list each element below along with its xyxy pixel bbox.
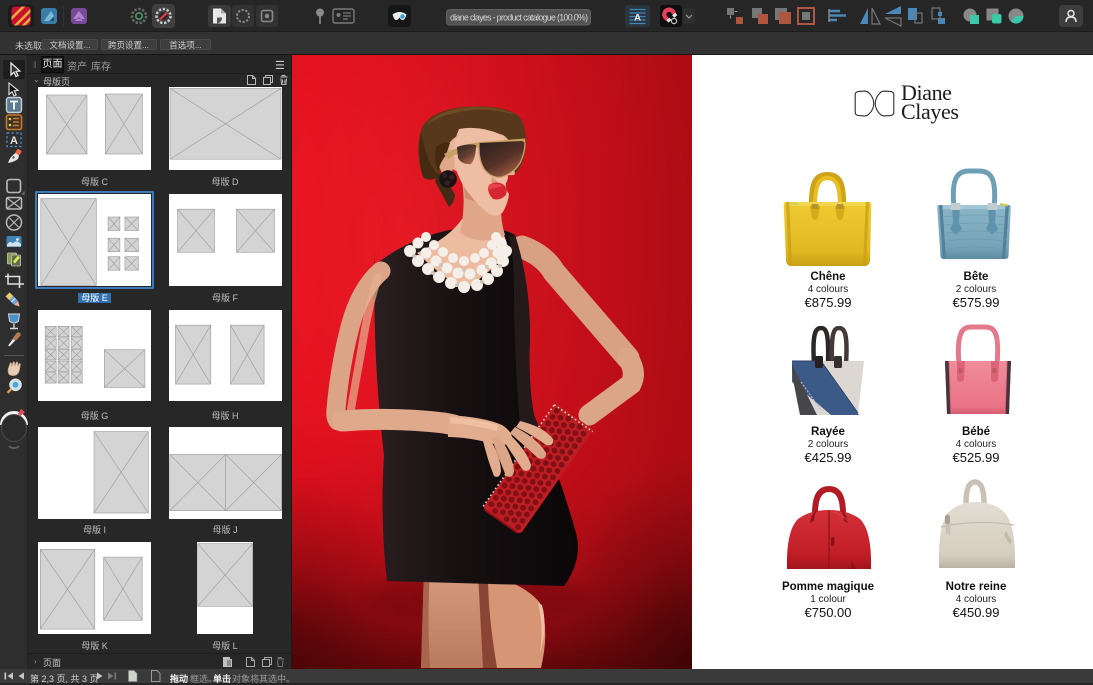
svg-text:A: A xyxy=(634,13,641,24)
svg-text:A: A xyxy=(10,135,18,147)
svg-text:diane clayes - product catalog: diane clayes - product catalogue (100.0%… xyxy=(450,13,588,23)
